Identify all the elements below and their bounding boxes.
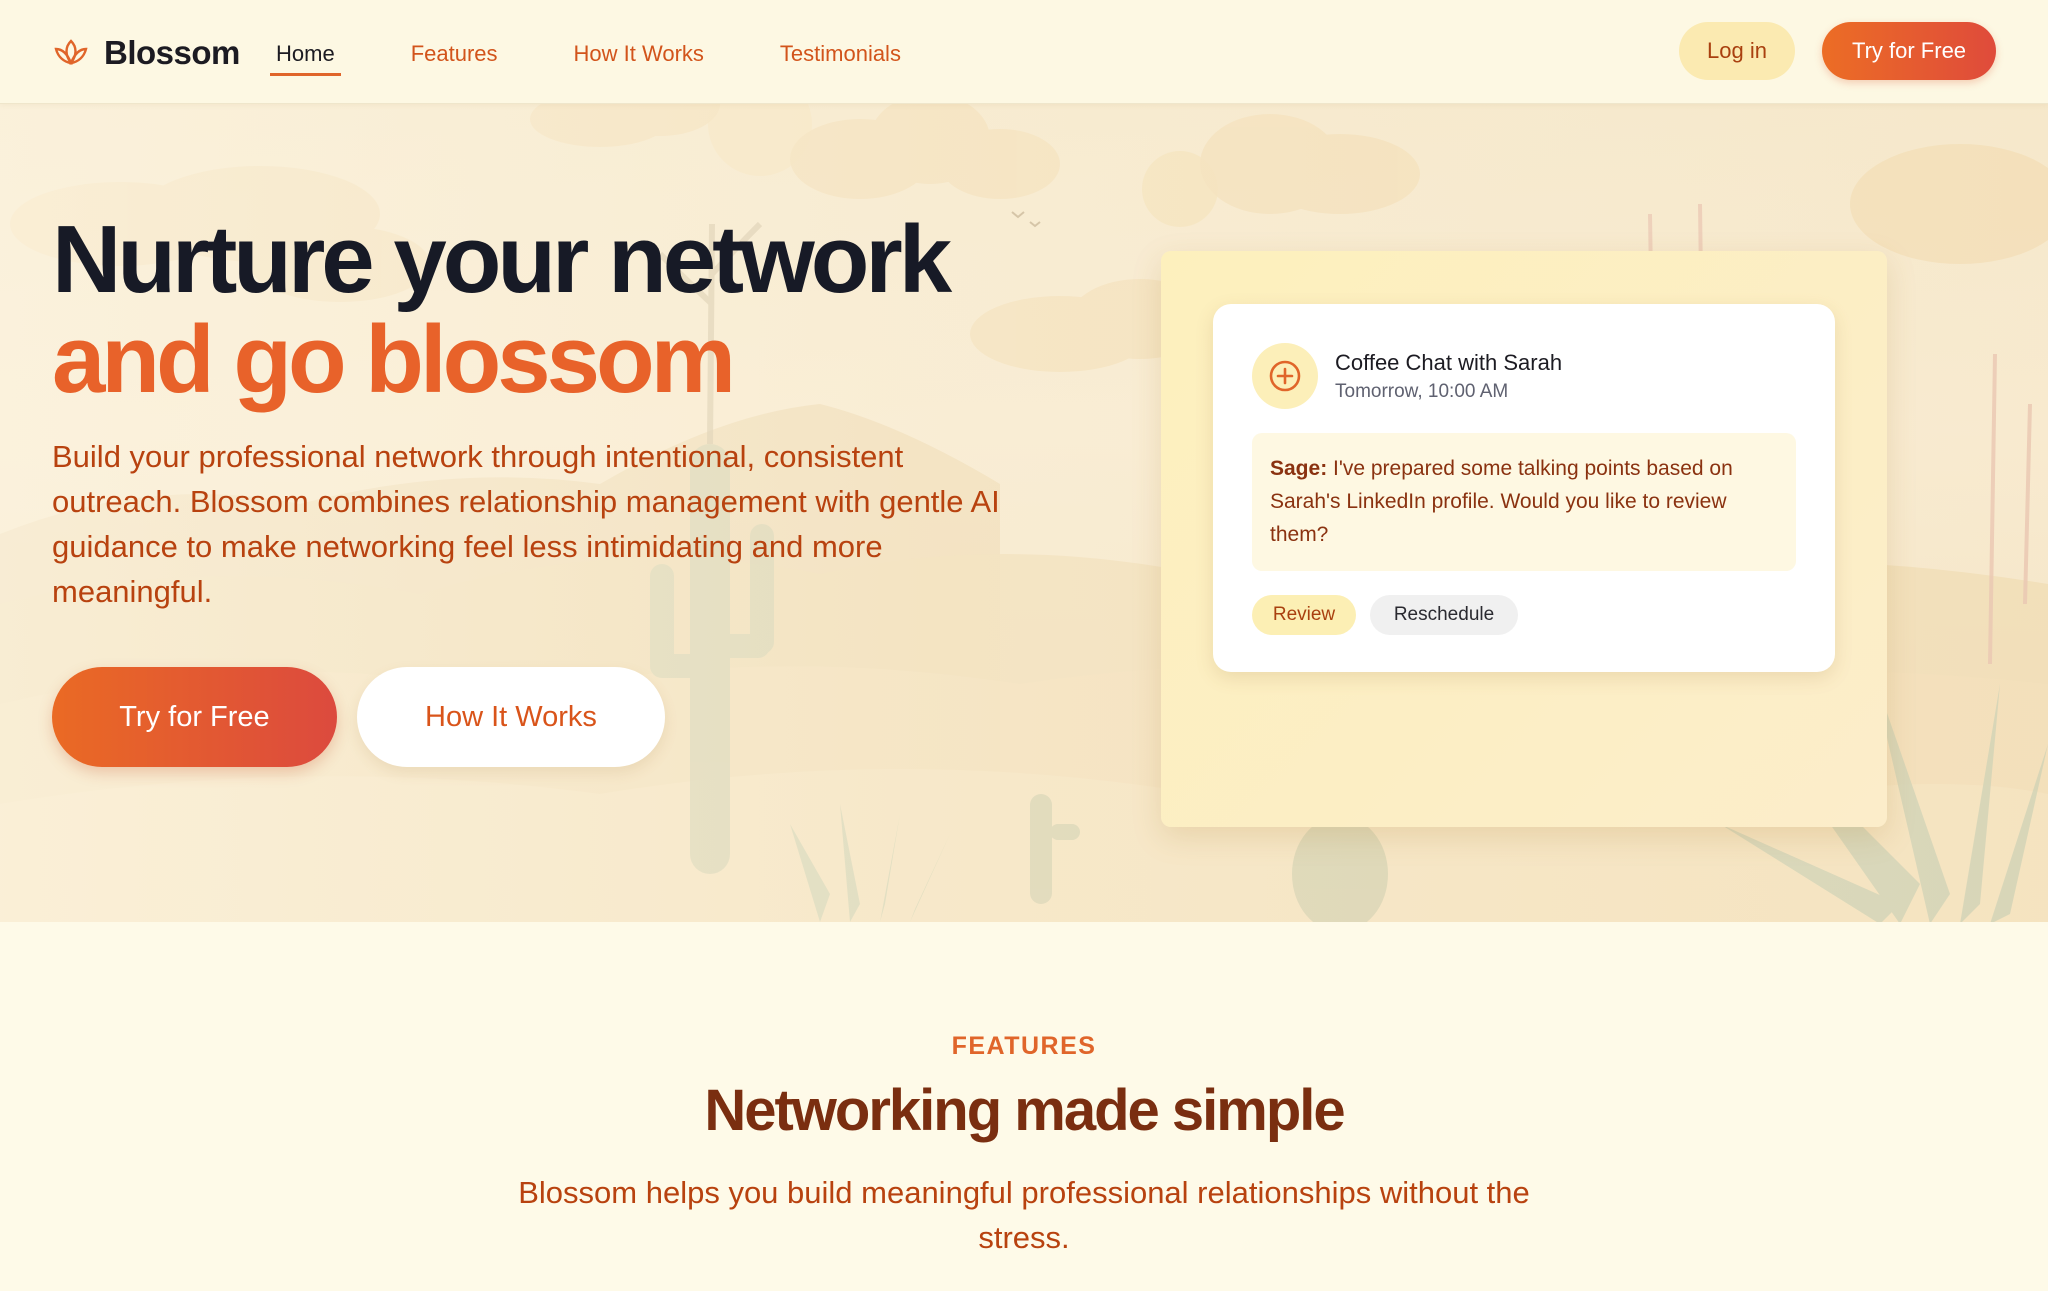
message-text: I've prepared some talking points based … — [1270, 457, 1733, 546]
event-time: Tomorrow, 10:00 AM — [1335, 381, 1509, 402]
hero-how-it-works-button[interactable]: How It Works — [357, 667, 665, 767]
hero-title: Nurture your network and go blossom — [52, 210, 1052, 410]
features-title: Networking made simple — [704, 1078, 1345, 1143]
features-eyebrow: FEATURES — [951, 1032, 1097, 1060]
brand-name: Blossom — [104, 34, 240, 71]
review-button[interactable]: Review — [1252, 595, 1356, 635]
plus-circle-icon[interactable] — [1252, 343, 1318, 409]
hero-description: Build your professional network through … — [52, 439, 1000, 609]
hero-title-line1: Nurture your network — [52, 206, 952, 313]
login-button[interactable]: Log in — [1679, 22, 1795, 80]
reschedule-button[interactable]: Reschedule — [1370, 595, 1518, 635]
page: Blossom Home Features How It Works Testi… — [0, 0, 2048, 1291]
main-nav: Home Features How It Works Testimonials — [270, 38, 971, 76]
assistant-message: Sage: I've prepared some talking points … — [1252, 433, 1796, 571]
event-card[interactable]: Coffee Chat with Sarah Tomorrow, 10:00 A… — [1213, 304, 1835, 672]
hero-try-free-button[interactable]: Try for Free — [52, 667, 337, 767]
nav-how-it-works[interactable]: How It Works — [568, 38, 710, 76]
features-section: FEATURES Networking made simple Blossom … — [0, 922, 2048, 1291]
lotus-icon — [54, 39, 88, 66]
message-author: Sage: — [1270, 457, 1328, 480]
site-header: Blossom Home Features How It Works Testi… — [0, 0, 2048, 104]
event-title: Coffee Chat with Sarah — [1335, 350, 1563, 375]
preview-panel: Coffee Chat with Sarah Tomorrow, 10:00 A… — [1161, 251, 1887, 827]
nav-features[interactable]: Features — [405, 38, 504, 76]
brand-logo[interactable]: Blossom — [52, 34, 240, 72]
nav-home[interactable]: Home — [270, 38, 341, 76]
features-description: Blossom helps you build meaningful profe… — [518, 1175, 1530, 1255]
hero-section: Nurture your network and go blossom Buil… — [0, 104, 2048, 922]
hero-title-line2: and go blossom — [52, 306, 736, 413]
header-try-free-button[interactable]: Try for Free — [1822, 22, 1996, 80]
nav-testimonials[interactable]: Testimonials — [774, 38, 907, 76]
